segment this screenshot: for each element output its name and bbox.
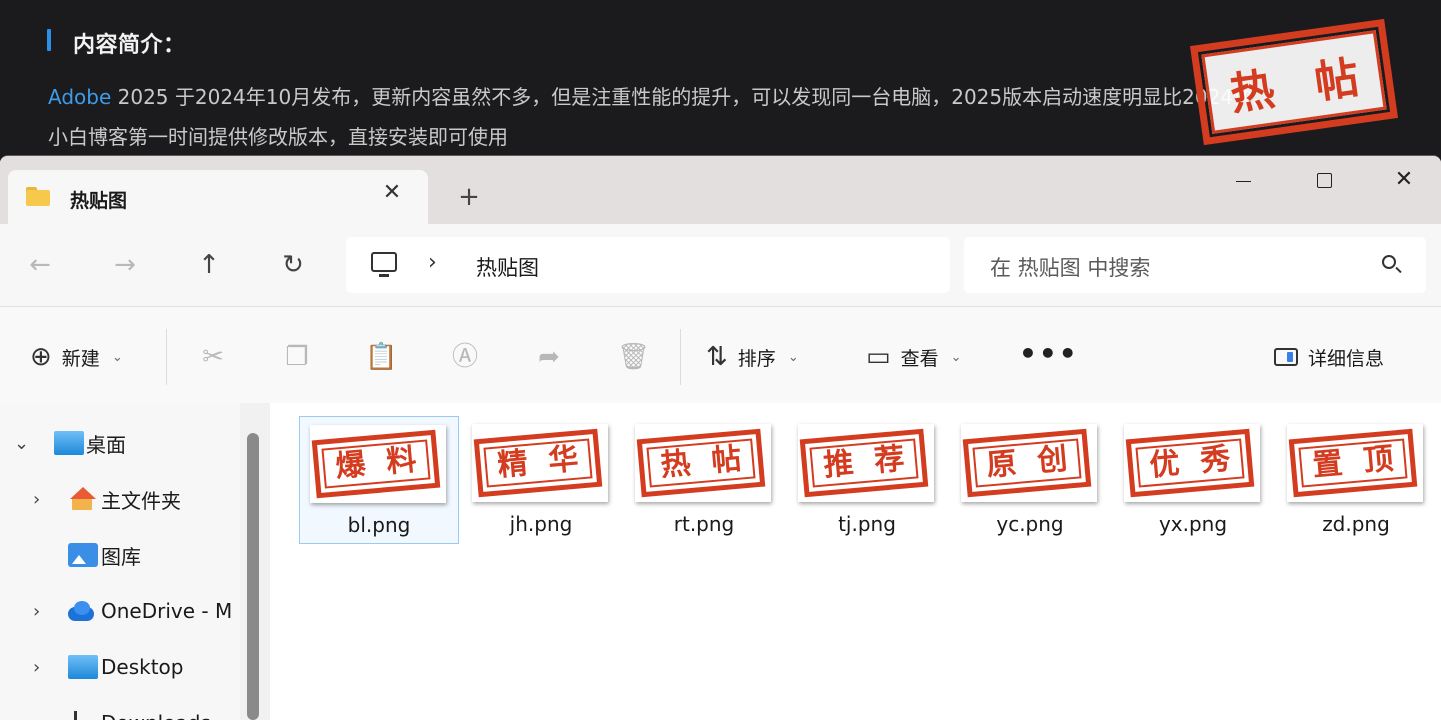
details-pane-button[interactable]: 详细信息 (1274, 341, 1384, 373)
file-explorer-window: 热贴图 ✕ + ✕ ← → ↑ ↻ › 热贴图 在 热贴图 中搜索 ⊕ 新建 ⌄… (0, 155, 1441, 720)
tab-title: 热贴图 (70, 186, 127, 213)
sidebar-item-label: 图库 (101, 541, 141, 570)
file-name: rt.png (625, 512, 783, 536)
title-bar: 热贴图 ✕ + ✕ (0, 156, 1441, 224)
sidebar-item-label: 主文件夹 (101, 485, 181, 514)
sort-button[interactable]: ⇅ 排序 ⌄ (706, 341, 799, 373)
search-icon[interactable] (1382, 255, 1396, 269)
address-bar[interactable]: › 热贴图 (346, 237, 950, 293)
search-box[interactable]: 在 热贴图 中搜索 (964, 237, 1426, 293)
chevron-down-icon: ⌄ (112, 350, 123, 365)
desktop-icon (54, 431, 84, 455)
chevron-down-icon: ⌄ (788, 350, 799, 365)
cut-icon[interactable]: ✂ (197, 341, 229, 373)
toolbar-divider (166, 329, 167, 385)
sidebar-item-downloads[interactable]: › Downloads (0, 699, 240, 720)
file-item[interactable]: 优秀 yx.png (1114, 416, 1274, 544)
details-label: 详细信息 (1308, 344, 1384, 371)
chevron-down-icon: ⌄ (951, 350, 962, 365)
gallery-icon (68, 543, 98, 567)
background-webpage: 内容简介： Adobe 2025 于2024年10月发布，更新内容虽然不多，但是… (0, 0, 1441, 180)
new-tab-button[interactable]: + (455, 183, 483, 211)
rename-icon[interactable]: Ⓐ (449, 341, 481, 373)
toolbar-divider (680, 329, 681, 385)
image-thumbnail: 爆料 (310, 425, 446, 503)
breadcrumb-chevron-icon[interactable]: › (428, 250, 437, 275)
file-name: zd.png (1277, 512, 1435, 536)
new-button[interactable]: ⊕ 新建 ⌄ (30, 341, 123, 373)
image-thumbnail: 优秀 (1124, 424, 1260, 502)
tab-hot-stickers[interactable]: 热贴图 ✕ (8, 170, 428, 224)
file-item[interactable]: 推荐 tj.png (788, 416, 948, 544)
this-pc-icon[interactable] (371, 252, 397, 272)
expand-chevron-icon[interactable]: ⌄ (14, 433, 29, 454)
file-name: bl.png (300, 513, 458, 537)
sidebar-item-label: OneDrive - M (101, 599, 232, 623)
file-item[interactable]: 原创 yc.png (951, 416, 1111, 544)
sidebar-item-gallery[interactable]: 图库 (0, 531, 240, 579)
image-thumbnail: 原创 (961, 424, 1097, 502)
stamp-char-1: 热 (1226, 53, 1278, 123)
view-label: 查看 (901, 344, 939, 371)
image-thumbnail: 精华 (472, 424, 608, 502)
file-name: yx.png (1114, 512, 1272, 536)
paste-icon[interactable]: 📋 (365, 341, 397, 373)
refresh-icon[interactable]: ↻ (275, 247, 311, 283)
expand-chevron-icon[interactable]: › (33, 657, 40, 678)
view-button[interactable]: ▭ 查看 ⌄ (866, 341, 962, 373)
onedrive-cloud-icon (66, 599, 96, 623)
file-name: yc.png (951, 512, 1109, 536)
file-list-pane: 爆料 bl.png 精华 jh.png 热帖 rt.png 推荐 tj.png … (270, 403, 1441, 720)
search-placeholder: 在 热贴图 中搜索 (990, 252, 1150, 282)
file-name: tj.png (788, 512, 946, 536)
plus-circle-icon: ⊕ (30, 341, 52, 373)
intro-heading: 内容简介： (73, 27, 186, 59)
sidebar-item-desktop-folder[interactable]: › Desktop (0, 643, 240, 691)
sidebar-item-label: 桌面 (86, 429, 126, 458)
expand-chevron-icon[interactable]: › (33, 601, 40, 622)
close-tab-icon[interactable]: ✕ (380, 181, 404, 205)
sort-label: 排序 (738, 344, 776, 371)
sidebar-item-home[interactable]: › 主文件夹 (0, 475, 240, 523)
stamp-char-2: 帖 (1310, 41, 1362, 111)
file-name: jh.png (462, 512, 620, 536)
close-window-button[interactable]: ✕ (1384, 166, 1424, 196)
new-label: 新建 (62, 344, 100, 371)
desktop-folder-icon (68, 655, 98, 679)
adobe-link[interactable]: Adobe (48, 85, 111, 109)
sidebar-scrollbar-thumb[interactable] (247, 433, 259, 720)
navigation-bar: ← → ↑ ↻ › 热贴图 在 热贴图 中搜索 (0, 224, 1441, 306)
file-item[interactable]: 置顶 zd.png (1277, 416, 1437, 544)
sidebar-item-label: Desktop (101, 655, 183, 679)
sidebar-item-onedrive[interactable]: › OneDrive - M (0, 587, 240, 635)
delete-icon[interactable]: 🗑 (617, 341, 649, 373)
details-pane-icon (1274, 348, 1298, 366)
up-arrow-icon[interactable]: ↑ (191, 247, 227, 283)
expand-chevron-icon[interactable]: › (33, 489, 40, 510)
sidebar-item-desktop[interactable]: ⌄ 桌面 (0, 419, 240, 467)
copy-icon[interactable]: ❐ (281, 341, 313, 373)
file-item[interactable]: 精华 jh.png (462, 416, 622, 544)
share-icon[interactable]: ➦ (533, 341, 565, 373)
command-bar: ⊕ 新建 ⌄ ✂ ❐ 📋 Ⓐ ➦ 🗑 ⇅ 排序 ⌄ ▭ 查看 ⌄ ••• 详细信… (0, 306, 1441, 404)
folder-icon (26, 187, 50, 206)
breadcrumb-current[interactable]: 热贴图 (476, 252, 539, 282)
maximize-button[interactable] (1304, 166, 1344, 196)
back-arrow-icon[interactable]: ← (22, 247, 58, 283)
file-item[interactable]: 爆料 bl.png (299, 416, 459, 544)
minimize-button[interactable] (1223, 166, 1263, 196)
sort-arrows-icon: ⇅ (706, 341, 728, 373)
home-icon (68, 487, 98, 511)
navigation-pane: ⌄ 桌面 › 主文件夹 图库 › OneDrive - M › Desktop … (0, 403, 240, 720)
more-options-icon[interactable]: ••• (1019, 337, 1079, 370)
heading-accent-bar (47, 29, 51, 51)
view-icon: ▭ (866, 341, 891, 373)
image-thumbnail: 置顶 (1287, 424, 1423, 502)
image-thumbnail: 热帖 (635, 424, 771, 502)
intro-line-1: 2025 于2024年10月发布，更新内容虽然不多，但是注重性能的提升，可以发现… (111, 85, 1273, 109)
forward-arrow-icon[interactable]: → (107, 247, 143, 283)
image-thumbnail: 推荐 (798, 424, 934, 502)
file-item[interactable]: 热帖 rt.png (625, 416, 785, 544)
